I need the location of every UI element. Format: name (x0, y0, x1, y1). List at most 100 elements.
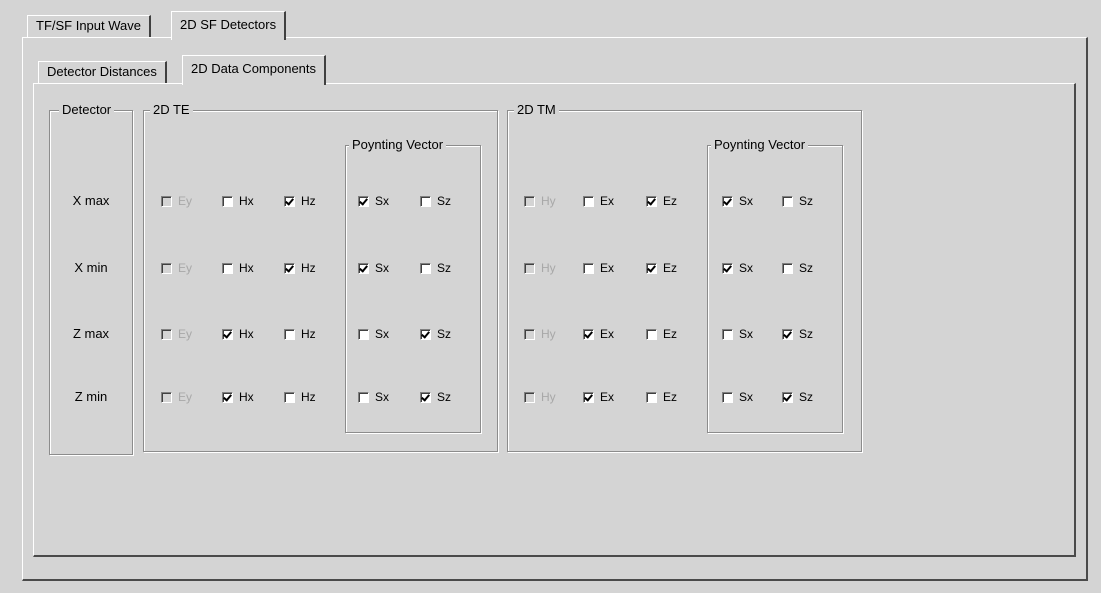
te-hx-checkbox-box[interactable] (222, 328, 233, 340)
tm-poynting-sx-checkbox[interactable]: Sx (722, 193, 753, 209)
row-label: X max (72, 193, 110, 208)
te-hx-checkbox[interactable]: Hx (222, 326, 254, 342)
tm-poynting-sz-checkbox-label: Sz (799, 194, 814, 208)
tab-2d-sf-detectors[interactable]: 2D SF Detectors (171, 11, 287, 40)
tm-ex-checkbox-label: Ex (600, 327, 615, 341)
tm-ez-checkbox-box[interactable] (646, 391, 657, 403)
te-poynting-sx-checkbox-box[interactable] (358, 195, 369, 207)
te-hz-checkbox[interactable]: Hz (284, 389, 316, 405)
te-poynting-sz-checkbox-box[interactable] (420, 391, 431, 403)
te-hx-checkbox-label: Hx (239, 261, 254, 275)
te-poynting-sz-checkbox-box[interactable] (420, 262, 431, 274)
te-hz-checkbox-box[interactable] (284, 262, 295, 274)
tm-poynting-sx-checkbox[interactable]: Sx (722, 326, 753, 342)
tm-poynting-sz-checkbox[interactable]: Sz (782, 260, 813, 276)
tm-poynting-sz-checkbox[interactable]: Sz (782, 326, 813, 342)
te-poynting-sz-checkbox-box[interactable] (420, 328, 431, 340)
te-poynting-sx-checkbox[interactable]: Sx (358, 326, 389, 342)
te-poynting-sx-checkbox[interactable]: Sx (358, 260, 389, 276)
te-hz-checkbox-label: Hz (301, 327, 316, 341)
tm-ex-checkbox-label: Ex (600, 194, 615, 208)
te-hx-checkbox-box[interactable] (222, 195, 233, 207)
te-poynting-sz-checkbox[interactable]: Sz (420, 193, 451, 209)
te-ey-checkbox-label: Ey (178, 327, 193, 341)
te-poynting-sx-checkbox[interactable]: Sx (358, 193, 389, 209)
tm-ex-checkbox[interactable]: Ex (583, 193, 614, 209)
tm-poynting-sz-checkbox-box[interactable] (782, 391, 793, 403)
tm-poynting-sz-checkbox[interactable]: Sz (782, 389, 813, 405)
tab-2d-data-components[interactable]: 2D Data Components (182, 55, 327, 85)
tm-ez-checkbox[interactable]: Ez (646, 326, 677, 342)
tm-ez-checkbox[interactable]: Ez (646, 260, 677, 276)
te-poynting-sz-checkbox-label: Sz (437, 194, 452, 208)
te-poynting-sx-checkbox-box[interactable] (358, 391, 369, 403)
tm-hy-checkbox: Hy (524, 326, 556, 342)
tm-ex-checkbox-box[interactable] (583, 391, 594, 403)
tm-hy-checkbox-box (524, 391, 535, 403)
tm-ex-checkbox-box[interactable] (583, 195, 594, 207)
te-poynting-sz-checkbox[interactable]: Sz (420, 260, 451, 276)
tm-ex-checkbox-box[interactable] (583, 262, 594, 274)
te-poynting-sx-checkbox-box[interactable] (358, 262, 369, 274)
tab-tf-sf-input-wave[interactable]: TF/SF Input Wave (27, 15, 151, 37)
tm-ez-checkbox[interactable]: Ez (646, 193, 677, 209)
te-hz-checkbox-box[interactable] (284, 391, 295, 403)
te-hx-checkbox-box[interactable] (222, 262, 233, 274)
te-ey-checkbox: Ey (161, 193, 192, 209)
te-ey-checkbox-box (161, 262, 172, 274)
tm-poynting-sx-checkbox[interactable]: Sx (722, 260, 753, 276)
tm-ex-checkbox-label: Ex (600, 261, 615, 275)
te-poynting-sx-checkbox-box[interactable] (358, 328, 369, 340)
tm-poynting-sx-checkbox-box[interactable] (722, 391, 733, 403)
te-poynting-sz-checkbox[interactable]: Sz (420, 389, 451, 405)
tm-poynting-sz-checkbox-label: Sz (799, 390, 814, 404)
tm-ez-checkbox-label: Ez (663, 261, 678, 275)
te-hx-checkbox[interactable]: Hx (222, 389, 254, 405)
tm-poynting-group-title: Poynting Vector (711, 137, 809, 153)
te-hz-checkbox-box[interactable] (284, 328, 295, 340)
tm-ez-checkbox-label: Ez (663, 327, 678, 341)
te-ey-checkbox-box (161, 195, 172, 207)
tm-ex-checkbox[interactable]: Ex (583, 260, 614, 276)
te-ey-checkbox: Ey (161, 389, 192, 405)
te-hz-checkbox-label: Hz (301, 261, 316, 275)
te-poynting-sz-checkbox-label: Sz (437, 261, 452, 275)
tm-ez-checkbox[interactable]: Ez (646, 389, 677, 405)
te-hx-checkbox-label: Hx (239, 194, 254, 208)
tm-hy-checkbox-label: Hy (541, 390, 556, 404)
te-poynting-sx-checkbox[interactable]: Sx (358, 389, 389, 405)
tm-ex-checkbox[interactable]: Ex (583, 326, 614, 342)
te-poynting-sz-checkbox-label: Sz (437, 327, 452, 341)
te-hz-checkbox[interactable]: Hz (284, 193, 316, 209)
row-label: Z max (72, 326, 110, 341)
te-hx-checkbox[interactable]: Hx (222, 193, 254, 209)
tm-poynting-sx-checkbox-box[interactable] (722, 328, 733, 340)
tm-poynting-sz-checkbox-label: Sz (799, 261, 814, 275)
tm-hy-checkbox-label: Hy (541, 261, 556, 275)
tm-poynting-sz-checkbox[interactable]: Sz (782, 193, 813, 209)
tm-poynting-sx-checkbox-box[interactable] (722, 195, 733, 207)
te-poynting-sz-checkbox-box[interactable] (420, 195, 431, 207)
tm-poynting-sx-checkbox[interactable]: Sx (722, 389, 753, 405)
row-label: X min (74, 260, 108, 275)
tm-poynting-sx-checkbox-box[interactable] (722, 262, 733, 274)
tm-poynting-sz-checkbox-box[interactable] (782, 262, 793, 274)
te-poynting-sz-checkbox[interactable]: Sz (420, 326, 451, 342)
te-hx-checkbox-box[interactable] (222, 391, 233, 403)
tm-poynting-sz-checkbox-box[interactable] (782, 328, 793, 340)
tab-detector-distances[interactable]: Detector Distances (38, 61, 167, 83)
tm-ex-checkbox-box[interactable] (583, 328, 594, 340)
te-poynting-group-title: Poynting Vector (349, 137, 447, 153)
te-hz-checkbox[interactable]: Hz (284, 260, 316, 276)
tm-ex-checkbox[interactable]: Ex (583, 389, 614, 405)
te-hz-checkbox-label: Hz (301, 194, 316, 208)
te-hz-checkbox[interactable]: Hz (284, 326, 316, 342)
tm-ez-checkbox-box[interactable] (646, 328, 657, 340)
tm-ez-checkbox-box[interactable] (646, 262, 657, 274)
te-hz-checkbox-box[interactable] (284, 195, 295, 207)
te-hx-checkbox[interactable]: Hx (222, 260, 254, 276)
tm-ez-checkbox-box[interactable] (646, 195, 657, 207)
detector-group-title: Detector (59, 102, 115, 118)
tm-poynting-sz-checkbox-box[interactable] (782, 195, 793, 207)
row-label: Z min (74, 389, 108, 404)
